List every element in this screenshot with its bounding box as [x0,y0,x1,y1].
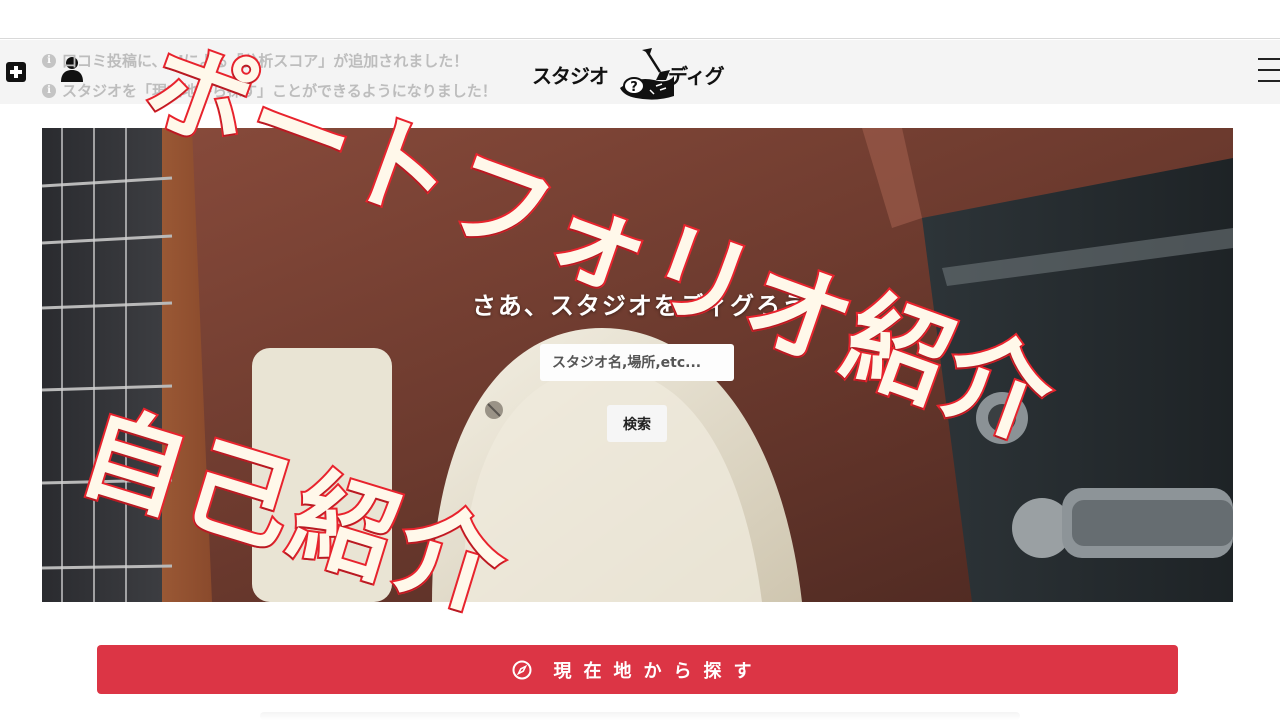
next-section-edge [260,712,1020,720]
page: i 口コミ投稿に、AIによる「分析スコア」が追加されました！ i スタジオを「現… [0,0,1280,720]
add-post-button[interactable] [6,62,26,82]
shovel-logo-icon: ? [620,48,674,100]
compass-icon [512,660,531,679]
search-by-location-button[interactable]: 現在地から探す [97,645,1178,694]
logo-text-left: スタジオ [532,64,609,88]
logo-text-right: ディグ [668,64,725,88]
studio-search-input[interactable] [540,344,734,381]
info-circle-icon: i [42,54,56,68]
info-circle-icon: i [42,84,56,98]
search-button[interactable]: 検索 [607,405,667,442]
locate-button-label: 現在地から探す [553,660,764,682]
site-logo[interactable]: スタジオ ? ディグ [530,46,750,102]
logo-mark-text: ? [630,80,638,95]
hamburger-menu-icon[interactable] [1258,58,1280,84]
